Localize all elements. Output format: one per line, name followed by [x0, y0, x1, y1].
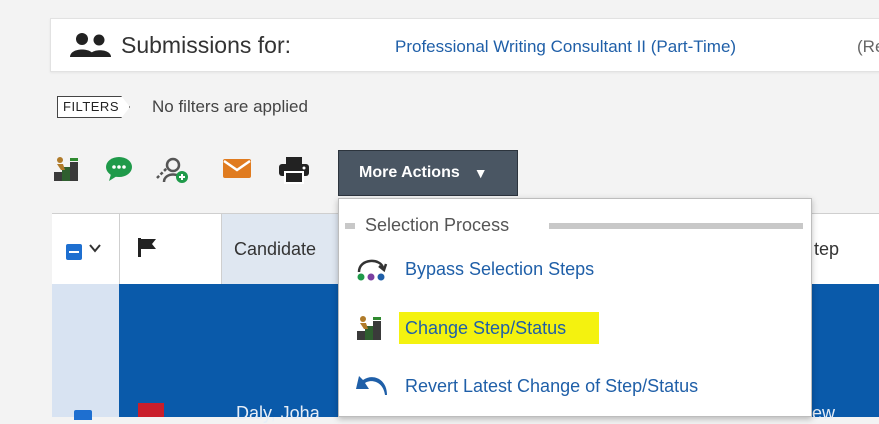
requisition-suffix: (Requis: [857, 37, 879, 56]
requisition-link[interactable]: Professional Writing Consultant II (Part…: [395, 37, 736, 57]
printer-icon[interactable]: [278, 156, 310, 189]
add-user-icon[interactable]: [155, 156, 189, 189]
section-title: Selection Process: [365, 215, 510, 235]
filters-status-text: No filters are applied: [152, 97, 308, 116]
menu-item-revert-latest-change[interactable]: Revert Latest Change of Step/Status: [339, 364, 811, 408]
row-checkbox-cell: [52, 284, 119, 420]
users-icon: [69, 32, 113, 63]
select-all-checkbox[interactable]: [66, 244, 82, 260]
chevron-down-icon[interactable]: [89, 241, 101, 256]
page-title-label: Submissions for:: [121, 32, 292, 58]
section-header-selection-process: Selection Process: [339, 215, 811, 237]
column-divider: [119, 214, 120, 284]
caret-down-icon: ▼: [473, 165, 488, 181]
flag-icon[interactable]: [136, 236, 158, 263]
candidate-column-label: Candidate: [234, 239, 317, 259]
menu-item-label: Revert Latest Change of Step/Status: [405, 376, 699, 396]
section-divider: [345, 223, 355, 229]
change-step-icon[interactable]: [52, 156, 82, 187]
bypass-steps-icon: [355, 256, 389, 287]
menu-item-change-step-status[interactable]: Change Step/Status: [339, 306, 811, 350]
red-flag-icon[interactable]: [138, 403, 164, 417]
page-header: Submissions for: Professional Writing Co…: [50, 18, 879, 72]
step-column-label[interactable]: tep: [814, 239, 839, 260]
chat-bubble-icon[interactable]: [105, 156, 135, 187]
candidate-name[interactable]: Daly, Joha: [236, 403, 320, 424]
more-actions-dropdown: Selection Process Bypass Selection Steps: [338, 198, 812, 417]
menu-item-label: Change Step/Status: [405, 318, 567, 338]
mail-icon[interactable]: [222, 156, 252, 185]
row-checkbox[interactable]: [74, 410, 92, 420]
undo-arrow-icon: [355, 373, 389, 404]
section-divider: [549, 223, 803, 229]
menu-item-label: Bypass Selection Steps: [405, 259, 595, 279]
more-actions-label: More Actions: [359, 164, 460, 181]
menu-item-bypass-selection-steps[interactable]: Bypass Selection Steps: [339, 247, 811, 291]
filters-button[interactable]: FILTERS: [57, 96, 130, 118]
row-step-text: ew: [812, 403, 836, 423]
more-actions-button[interactable]: More Actions ▼: [338, 150, 518, 196]
change-step-icon: [355, 315, 385, 346]
